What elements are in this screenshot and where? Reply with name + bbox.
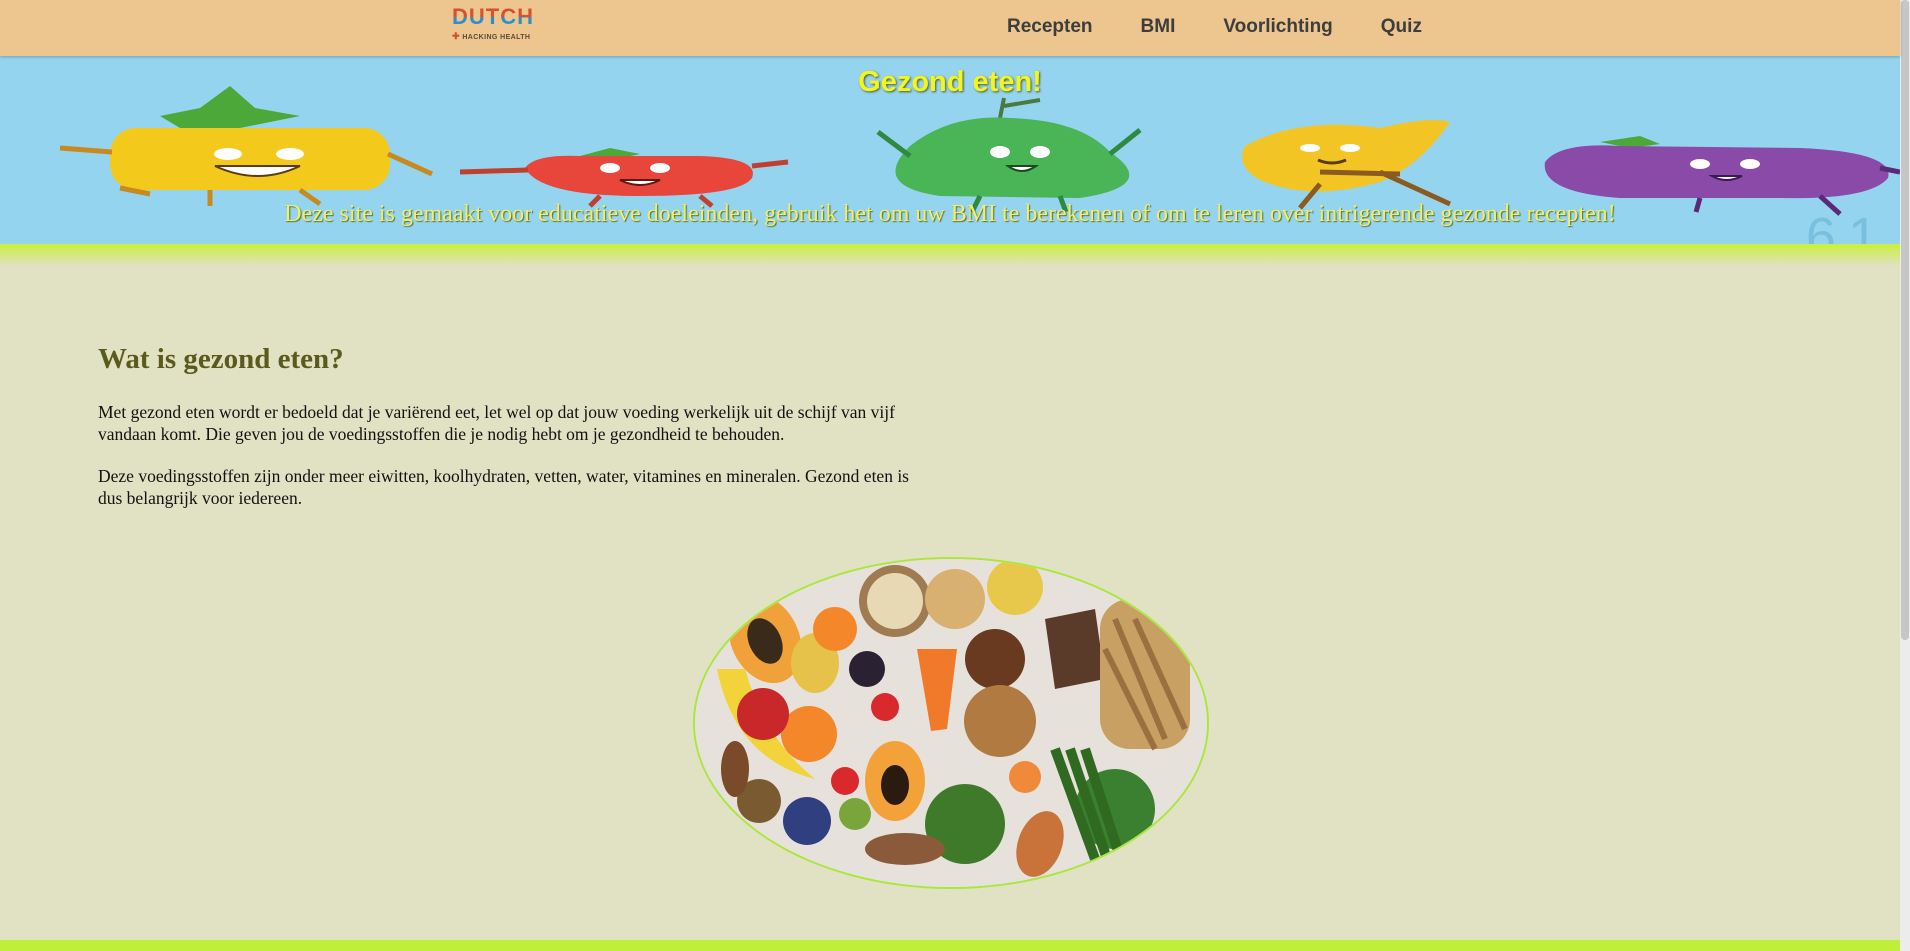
nav-link-quiz[interactable]: Quiz (1357, 0, 1446, 56)
logo-wordmark: DUTCH (452, 4, 534, 29)
pineapple-character (59, 86, 434, 207)
hero-banner: Gezond eten! Deze site is gemaakt voor e… (0, 56, 1900, 244)
top-navigation: DUTCH ✚ HACKING HEALTH Recepten BMI Voor… (0, 0, 1900, 56)
scrollbar-thumb[interactable] (1901, 0, 1909, 640)
banana-character (1242, 120, 1452, 210)
footer-divider (0, 940, 1900, 951)
nav-links: Recepten BMI Voorlichting Quiz (1007, 0, 1446, 56)
section-heading: Wat is gezond eten? (98, 343, 344, 375)
nav-link-bmi[interactable]: BMI (1117, 0, 1200, 56)
dutch-hacking-health-logo[interactable]: DUTCH ✚ HACKING HEALTH (452, 4, 546, 42)
banner-subtitle: Deze site is gemaakt voor educatieve doe… (284, 201, 1616, 227)
banner-title: Gezond eten! (858, 66, 1042, 98)
food-platter-illustration (695, 559, 1207, 887)
logo-subtitle: ✚ HACKING HEALTH (452, 31, 530, 42)
banner-divider (0, 244, 1900, 266)
banner-decoration: 61 (1805, 207, 1890, 244)
healthy-food-image (693, 557, 1209, 889)
pear-character (876, 97, 1142, 214)
strawberry-character (459, 148, 789, 208)
nav-link-voorlichting[interactable]: Voorlichting (1199, 0, 1356, 56)
nutrients-paragraph: Deze voedingsstoffen zijn onder meer eiw… (98, 466, 909, 508)
intro-paragraph: Met gezond eten wordt er bedoeld dat je … (98, 402, 895, 444)
nav-link-recepten[interactable]: Recepten (1007, 0, 1117, 56)
page-scrollbar[interactable] (1900, 0, 1910, 951)
logo-subtitle-text: HACKING HEALTH (462, 34, 531, 41)
medical-cross-icon: ✚ (452, 31, 460, 41)
